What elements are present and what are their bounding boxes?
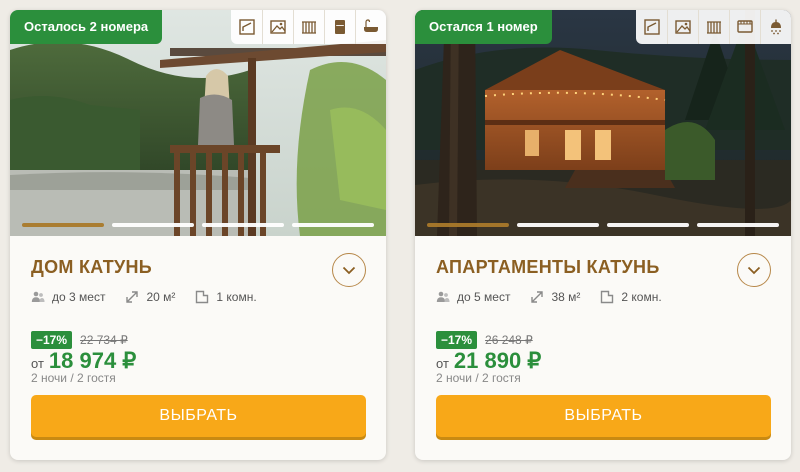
shower-icon[interactable] (760, 10, 791, 44)
carousel-dot[interactable] (202, 223, 284, 227)
amenities-bar (231, 10, 386, 44)
guests-icon (31, 291, 45, 302)
room-title[interactable]: АПАРТАМЕНТЫ КАТУНЬ (436, 257, 660, 278)
bathtub-icon[interactable] (355, 10, 386, 44)
area-expand-icon (531, 291, 544, 303)
discount-row: −17% 26 248 ₽ (436, 331, 533, 349)
chevron-down-icon (342, 266, 356, 274)
room-features: до 5 мест 38 м² 2 комн. (436, 290, 676, 304)
carousel-dot[interactable] (697, 223, 779, 227)
room-card-dom-katun: Осталось 2 номера ДОМ КАТУНЬ до 3 мест 2… (10, 10, 386, 460)
select-room-button[interactable]: ВЫБРАТЬ (436, 395, 771, 437)
feature-rooms: 1 комн. (195, 290, 257, 304)
carousel-indicators (22, 223, 374, 227)
fridge-icon[interactable] (324, 10, 355, 44)
price-from-label: от (436, 356, 449, 371)
feature-guests: до 3 мест (31, 290, 105, 304)
amenities-bar (636, 10, 791, 44)
room-area: 38 м² (551, 290, 581, 304)
guests-capacity: до 3 мест (52, 290, 106, 304)
bed-icon[interactable] (231, 10, 262, 44)
carousel-dot[interactable] (427, 223, 509, 227)
carousel-dot[interactable] (112, 223, 194, 227)
rooms-icon (601, 290, 614, 304)
room-count: 1 комн. (216, 290, 257, 304)
feature-area: 20 м² (125, 290, 175, 304)
room-card-apartamenty-katun: Остался 1 номер АПАРТАМЕНТЫ КАТУНЬ до 5 … (415, 10, 791, 460)
chevron-down-icon (747, 266, 761, 274)
select-room-button[interactable]: ВЫБРАТЬ (31, 395, 366, 437)
discount-badge: −17% (31, 331, 73, 349)
tv-icon[interactable] (729, 10, 760, 44)
availability-badge: Осталось 2 номера (10, 10, 163, 44)
price-from-label: от (31, 356, 44, 371)
room-area: 20 м² (146, 290, 176, 304)
room-features: до 3 мест 20 м² 1 комн. (31, 290, 271, 304)
carousel-indicators (427, 223, 779, 227)
room-photo[interactable]: Остался 1 номер (415, 10, 791, 236)
old-price: 26 248 ₽ (485, 333, 533, 347)
area-expand-icon (126, 291, 139, 303)
balcony-icon[interactable] (293, 10, 324, 44)
room-photo[interactable]: Осталось 2 номера (10, 10, 386, 236)
discount-badge: −17% (436, 331, 478, 349)
expand-details-button[interactable] (737, 253, 771, 287)
carousel-dot[interactable] (22, 223, 104, 227)
stay-summary: 2 ночи / 2 гостя (31, 371, 116, 385)
expand-details-button[interactable] (332, 253, 366, 287)
feature-guests: до 5 мест (436, 290, 510, 304)
guests-icon (436, 291, 450, 302)
carousel-dot[interactable] (292, 223, 374, 227)
carousel-dot[interactable] (607, 223, 689, 227)
feature-rooms: 2 комн. (600, 290, 662, 304)
room-count: 2 комн. (621, 290, 662, 304)
feature-area: 38 м² (530, 290, 580, 304)
rooms-icon (196, 290, 209, 304)
bed-icon[interactable] (636, 10, 667, 44)
balcony-icon[interactable] (698, 10, 729, 44)
guests-capacity: до 5 мест (457, 290, 511, 304)
old-price: 22 734 ₽ (80, 333, 128, 347)
stay-summary: 2 ночи / 2 гостя (436, 371, 521, 385)
room-title[interactable]: ДОМ КАТУНЬ (31, 257, 152, 278)
availability-badge: Остался 1 номер (415, 10, 552, 44)
discount-row: −17% 22 734 ₽ (31, 331, 128, 349)
landscape-icon[interactable] (667, 10, 698, 44)
carousel-dot[interactable] (517, 223, 599, 227)
landscape-icon[interactable] (262, 10, 293, 44)
